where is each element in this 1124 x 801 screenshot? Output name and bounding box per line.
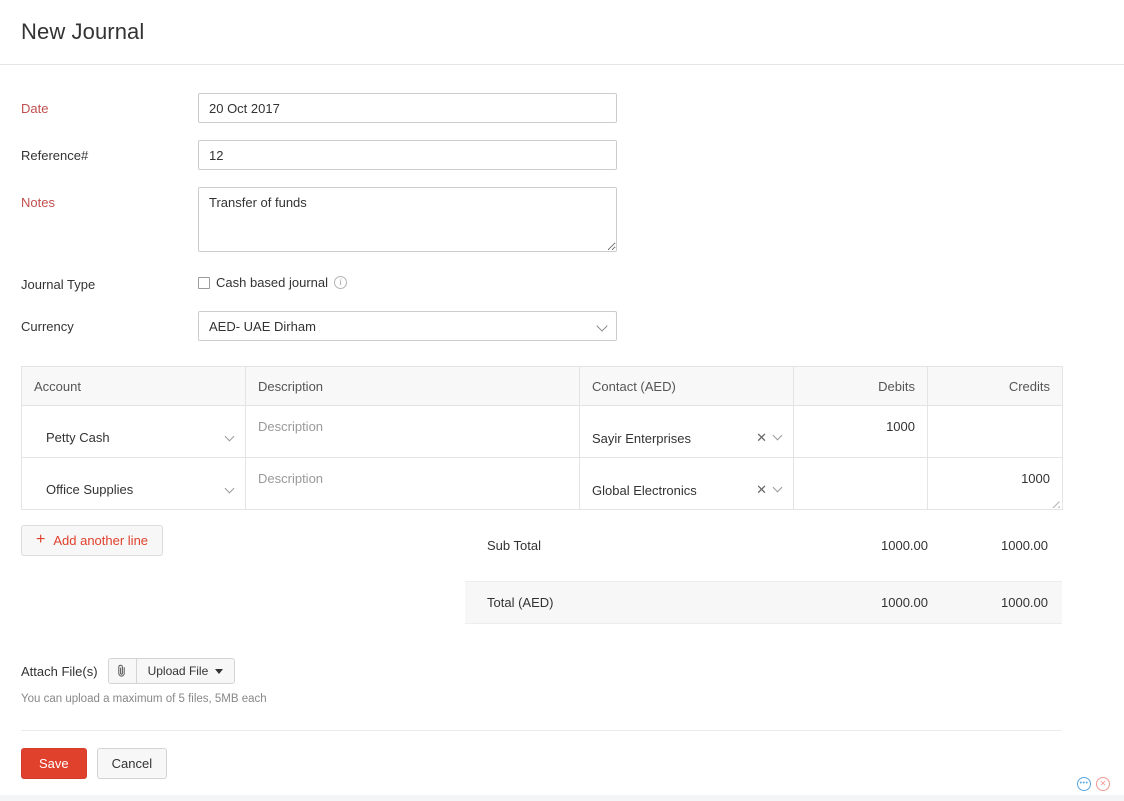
contact-select-row-2[interactable]: Global Electronics ✕ (580, 458, 793, 509)
chevron-down-icon (224, 483, 235, 493)
field-row-notes: Notes Transfer of funds (21, 187, 1124, 252)
debits-input-row-1[interactable]: 1000 (794, 406, 927, 457)
field-row-journal-type: Journal Type Cash based journal i (21, 269, 1124, 294)
cell-contact[interactable]: Sayir Enterprises ✕ (579, 405, 794, 458)
paperclip-glyph (118, 664, 125, 677)
description-textarea-row-2[interactable]: Description (246, 458, 579, 509)
paperclip-icon[interactable] (107, 658, 136, 684)
column-header-contact: Contact (AED) (579, 366, 794, 406)
add-another-line-label: Add another line (53, 533, 149, 548)
date-input[interactable] (198, 93, 617, 123)
cell-account[interactable]: Office Supplies (21, 457, 246, 510)
clear-contact-icon[interactable]: ✕ (756, 483, 767, 496)
line-items-table-wrap: Account Description Contact (AED) Debits… (21, 366, 1110, 791)
contact-select-row-1[interactable]: Sayir Enterprises ✕ (580, 406, 793, 457)
add-another-line-button[interactable]: + Add another line (21, 525, 164, 556)
column-header-account: Account (21, 366, 246, 406)
chevron-down-icon (772, 482, 783, 492)
table-row: Petty Cash Description Sayir Enterprises… (21, 405, 1063, 458)
column-header-debits: Debits (793, 366, 928, 406)
field-row-date: Date (21, 93, 1124, 123)
notes-label: Notes (21, 195, 55, 210)
currency-select[interactable]: AED- UAE Dirham (198, 311, 617, 341)
sub-total-credits: 1000.00 (1001, 537, 1048, 553)
info-icon[interactable]: i (334, 276, 348, 289)
cash-based-journal-checkbox[interactable] (198, 276, 210, 289)
reference-label: Reference# (21, 148, 89, 163)
delete-row-icon[interactable]: ✕ (1096, 777, 1110, 791)
column-header-credits: Credits (927, 366, 1063, 406)
journal-type-label: Journal Type (21, 277, 96, 292)
save-button[interactable]: Save (21, 748, 87, 779)
line-items-table: Account Description Contact (AED) Debits… (21, 366, 1063, 510)
cell-credits[interactable]: 1000 (927, 457, 1063, 510)
cash-based-journal-label: Cash based journal (216, 275, 329, 290)
field-row-currency: Currency AED- UAE Dirham (21, 311, 1124, 341)
footer-actions: Save Cancel (21, 748, 1124, 779)
sub-total-row: Sub Total 1000.00 1000.00 (465, 525, 1062, 565)
cell-debits[interactable] (793, 457, 928, 510)
debits-input-row-2[interactable] (794, 458, 927, 509)
more-options-icon[interactable]: ••• (1077, 777, 1091, 791)
add-line-and-totals: + Add another line Sub Total 1000.00 100… (21, 525, 1062, 645)
grand-total-debits: 1000.00 (881, 595, 928, 610)
bottom-edge-shade (0, 795, 1124, 801)
totals-panel: Sub Total 1000.00 1000.00 Total (AED) 10… (465, 525, 1062, 624)
cancel-button[interactable]: Cancel (96, 748, 168, 779)
attach-files-hint: You can upload a maximum of 5 files, 5MB… (21, 693, 267, 705)
reference-input[interactable] (198, 140, 617, 170)
attach-files-section: Attach File(s) Upload File You can uploa… (21, 658, 1124, 705)
credits-input-row-1[interactable] (928, 406, 1062, 457)
clear-contact-icon[interactable]: ✕ (756, 431, 767, 444)
table-row: Office Supplies Description Global Elect… (21, 457, 1063, 510)
grand-total-label: Total (AED) (487, 595, 554, 610)
notes-textarea[interactable]: Transfer of funds (198, 187, 617, 252)
plus-icon: + (36, 531, 46, 548)
cell-contact[interactable]: Global Electronics ✕ (579, 457, 794, 510)
footer-divider (21, 730, 1061, 731)
currency-label: Currency (21, 319, 74, 334)
attach-files-label: Attach File(s) (21, 663, 98, 679)
account-value: Petty Cash (46, 430, 110, 445)
chevron-down-icon (224, 431, 235, 441)
cell-account[interactable]: Petty Cash (21, 405, 246, 458)
column-header-description: Description (245, 366, 580, 406)
grand-total-row: Total (AED) 1000.00 1000.00 (465, 581, 1062, 624)
page-title: New Journal (21, 19, 145, 44)
chevron-down-icon (215, 668, 224, 674)
resize-handle-icon[interactable] (1051, 499, 1060, 508)
account-select-row-2[interactable]: Office Supplies (22, 458, 245, 509)
currency-select-wrap[interactable]: AED- UAE Dirham (198, 311, 617, 341)
date-label: Date (21, 101, 49, 116)
field-row-reference: Reference# (21, 140, 1124, 170)
row-actions-row-1: ••• ✕ (1077, 777, 1124, 791)
table-header-row: Account Description Contact (AED) Debits… (21, 366, 1063, 406)
page-header: New Journal (0, 0, 1124, 65)
cash-based-journal-checkbox-group[interactable]: Cash based journal i (198, 269, 348, 290)
upload-file-button[interactable]: Upload File (135, 658, 236, 684)
contact-value: Global Electronics (592, 482, 697, 498)
cell-description[interactable]: Description (245, 405, 580, 458)
upload-file-label: Upload File (147, 664, 209, 678)
journal-form: Date Reference# Notes Transfer of funds … (0, 65, 1124, 341)
contact-value: Sayir Enterprises (592, 430, 691, 446)
cell-credits[interactable] (927, 405, 1063, 458)
account-select-row-1[interactable]: Petty Cash (22, 406, 245, 457)
sub-total-label: Sub Total (487, 537, 541, 553)
account-value: Office Supplies (46, 482, 134, 497)
cell-description[interactable]: Description (245, 457, 580, 510)
grand-total-credits: 1000.00 (1001, 595, 1048, 610)
credits-input-row-2[interactable]: 1000 (928, 458, 1062, 509)
chevron-down-icon (772, 430, 783, 440)
cell-debits[interactable]: 1000 (793, 405, 928, 458)
sub-total-debits: 1000.00 (881, 537, 928, 553)
description-textarea-row-1[interactable]: Description (246, 406, 579, 457)
